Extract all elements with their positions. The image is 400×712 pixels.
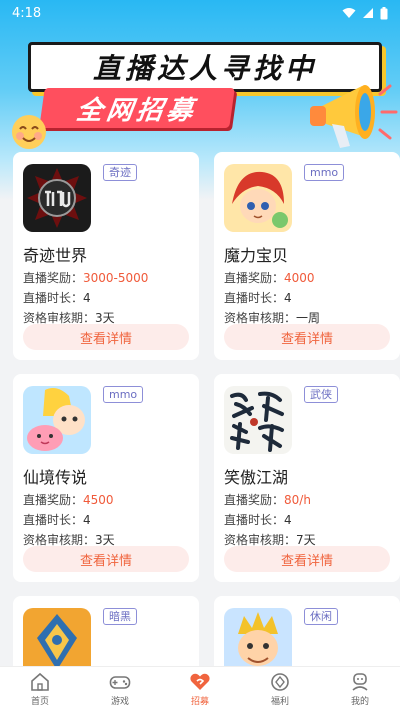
genre-tag: 奇迹 [103,164,137,181]
duration-value: 4 [284,513,292,527]
miu-logo-icon [23,164,91,232]
duration-value: 4 [83,291,91,305]
reward-value: 4500 [83,493,114,507]
battery-icon [380,6,388,19]
tab-profile[interactable]: 我的 [325,672,395,707]
review-value: 3天 [95,533,115,547]
reward-value: 4000 [284,271,315,285]
game-title: 魔力宝贝 [224,246,289,265]
game-title: 奇迹世界 [23,246,88,265]
smiley-icon [12,115,46,149]
review-value: 一周 [296,311,321,325]
genre-tag: mmo [103,386,144,403]
reward-label: 直播奖励： [23,493,84,507]
tab-label: 游戏 [110,697,129,707]
tab-games[interactable]: 游戏 [85,672,155,707]
reward-row: 直播奖励：4500 [23,493,189,508]
duration-label: 直播时长： [23,513,84,527]
profile-icon [352,673,368,691]
status-time: 4:18 [12,5,42,21]
megaphone-icon [310,84,398,148]
wifi-icon [342,8,356,18]
review-label: 资格审核期： [23,533,96,547]
duration-row: 直播时长：4 [224,513,390,528]
game-card[interactable]: 武侠 笑傲江湖 直播奖励：80/h 直播时长：4 资格审核期：7天 查看详情 [214,374,400,582]
review-label: 资格审核期： [224,533,297,547]
game-card[interactable]: mmo 魔力宝贝 直播奖励：4000 直播时长：4 资格审核期：一周 查看详情 [214,152,400,360]
tab-label: 福利 [270,697,289,707]
genre-tag: 休闲 [304,608,338,625]
home-icon [31,672,49,691]
review-value: 7天 [296,533,316,547]
xiaoao-calligraphy-icon [224,386,292,454]
game-card[interactable]: mmo 仙境传说 直播奖励：4500 直播时长：4 资格审核期：3天 查看详情 [13,374,199,582]
reward-label: 直播奖励： [224,271,285,285]
tab-home[interactable]: 首页 [5,672,75,707]
view-details-button[interactable]: 查看详情 [224,546,390,572]
crossgate-hero-icon [224,164,292,232]
tab-label: 我的 [350,697,369,707]
review-label: 资格审核期： [23,311,96,325]
status-bar: 4:18 [0,0,400,26]
gamepad-icon [109,676,131,689]
reward-label: 直播奖励： [224,493,285,507]
reward-row: 直播奖励：4000 [224,271,390,286]
view-details-button[interactable]: 查看详情 [224,324,390,350]
reward-row: 直播奖励：80/h [224,493,390,508]
duration-row: 直播时长：4 [23,291,189,306]
view-details-button[interactable]: 查看详情 [23,546,189,572]
recruit-heart-icon [190,673,210,690]
reward-label: 直播奖励： [23,271,84,285]
duration-value: 4 [284,291,292,305]
duration-label: 直播时长： [23,291,84,305]
genre-tag: mmo [304,164,345,181]
game-title: 笑傲江湖 [224,468,289,487]
duration-row: 直播时长：4 [224,291,390,306]
reward-value: 80/h [284,493,311,507]
tab-label: 招募 [190,697,209,707]
genre-tag: 武侠 [304,386,338,403]
review-value: 3天 [95,311,115,325]
signal-icon [363,8,373,18]
tab-welfare[interactable]: 福利 [245,672,315,707]
genre-tag: 暗黑 [103,608,137,625]
gift-icon [271,673,289,691]
reward-value: 3000-5000 [83,271,149,285]
view-details-button[interactable]: 查看详情 [23,324,189,350]
banner-subheadline: 全网招募 [39,88,235,128]
status-icons [342,6,388,20]
review-label: 资格审核期： [224,311,297,325]
tab-recruit[interactable]: 招募 [165,672,235,707]
game-card[interactable]: 奇迹 奇迹世界 直播奖励：3000-5000 直播时长：4 资格审核期：3天 查… [13,152,199,360]
reward-row: 直播奖励：3000-5000 [23,271,189,286]
game-title: 仙境传说 [23,468,88,487]
duration-label: 直播时长： [224,513,285,527]
duration-label: 直播时长： [224,291,285,305]
ragnarok-poring-icon [23,386,91,454]
duration-value: 4 [83,513,91,527]
game-card-grid: 奇迹 奇迹世界 直播奖励：3000-5000 直播时长：4 资格审核期：3天 查… [13,152,400,696]
duration-row: 直播时长：4 [23,513,189,528]
tab-label: 首页 [30,697,49,707]
bottom-tab-bar: 首页 游戏 招募 福利 我的 [0,666,400,712]
